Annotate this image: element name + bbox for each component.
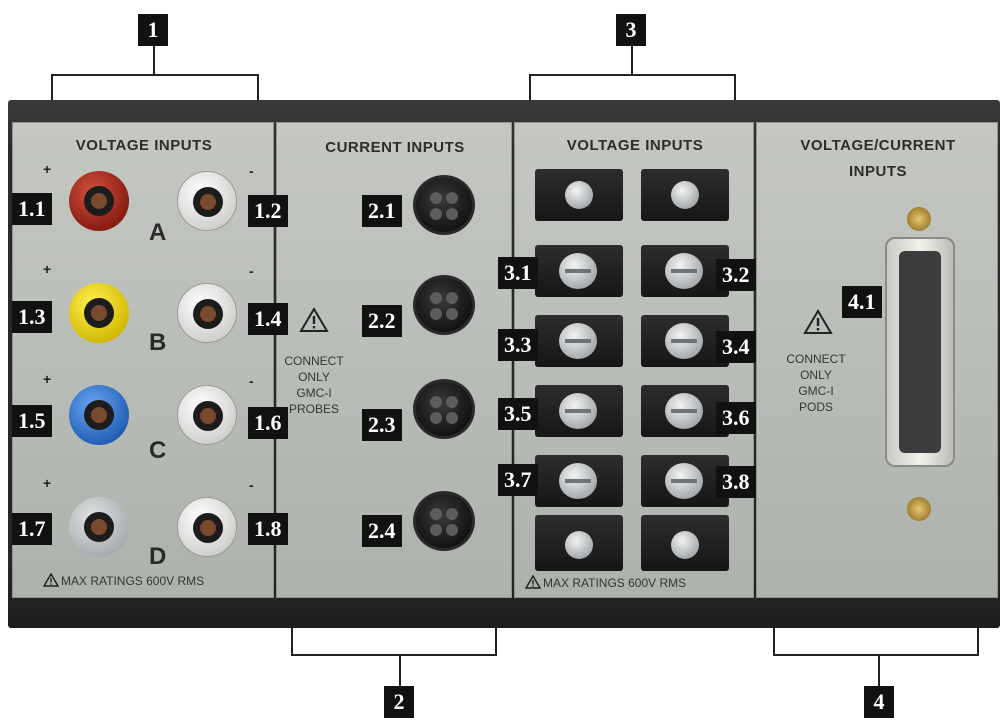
callout-2-1: 2.1 (362, 195, 402, 227)
callout-3-8: 3.8 (716, 466, 756, 498)
voltage-current-inputs-panel: VOLTAGE/CURRENT INPUTS CONNECT ONLY GMC-… (756, 122, 998, 598)
callout-3-2: 3.2 (716, 259, 756, 291)
bracket-3-stem (631, 46, 633, 76)
panel-4-title: VOLTAGE/CURRENT (800, 137, 956, 154)
channel-c-label: C (149, 437, 167, 464)
terminal-cap (641, 515, 729, 571)
panel-2-title: CURRENT INPUTS (325, 139, 465, 156)
rating-text-1: MAX RATINGS 600V RMS (61, 574, 205, 588)
probes-note: CONNECT ONLY GMC-I PROBES (279, 353, 349, 417)
callout-1-8: 1.8 (248, 513, 288, 545)
callout-3-4: 3.4 (716, 331, 756, 363)
callout-3-7: 3.7 (498, 464, 538, 496)
jack-a-plus[interactable] (69, 171, 129, 231)
callout-1-7: 1.7 (12, 513, 52, 545)
minus-sign-a: - (249, 163, 254, 179)
panel-1-title: VOLTAGE INPUTS (75, 137, 213, 154)
bracket-1-stem (153, 46, 155, 76)
pods-note-line: GMC-I (798, 384, 834, 398)
terminal-screw-3-3[interactable] (535, 315, 623, 367)
minus-sign-d: - (249, 477, 254, 493)
callout-2-3: 2.3 (362, 409, 402, 441)
probes-note-line: CONNECT (284, 354, 344, 368)
pods-note-line: ONLY (800, 368, 832, 382)
callout-3-3: 3.3 (498, 329, 538, 361)
callout-3-5: 3.5 (498, 398, 538, 430)
pods-note-line: PODS (798, 400, 833, 414)
jack-b-plus[interactable] (69, 283, 129, 343)
jack-a-minus[interactable] (177, 171, 237, 231)
probes-note-line: PROBES (288, 402, 339, 416)
channel-d-label: D (149, 543, 167, 570)
callout-4-1: 4.1 (842, 286, 882, 318)
jack-d-minus[interactable] (177, 497, 237, 557)
callout-1-3: 1.3 (12, 301, 52, 333)
callout-2: 2 (384, 686, 414, 718)
warning-icon (803, 309, 833, 335)
callout-1-5: 1.5 (12, 405, 52, 437)
callout-2-2: 2.2 (362, 305, 402, 337)
callout-4: 4 (864, 686, 894, 718)
plus-sign-d: + (43, 475, 52, 491)
callout-1-4: 1.4 (248, 303, 288, 335)
terminal-cap (535, 169, 623, 221)
callout-2-4: 2.4 (362, 515, 402, 547)
mounting-nut-bottom (907, 497, 931, 521)
channel-a-label: A (149, 219, 167, 246)
panel-4-title-line2: INPUTS (848, 163, 907, 180)
plus-sign-c: + (43, 371, 52, 387)
jack-c-minus[interactable] (177, 385, 237, 445)
callout-1: 1 (138, 14, 168, 46)
callout-3-6: 3.6 (716, 402, 756, 434)
warning-icon (525, 575, 541, 589)
jack-d-plus[interactable] (69, 497, 129, 557)
probe-connector-1[interactable] (413, 175, 475, 235)
callout-1-1: 1.1 (12, 193, 52, 225)
minus-sign-c: - (249, 373, 254, 389)
probes-note-line: GMC-I (296, 386, 332, 400)
bracket-4-stem (878, 654, 880, 686)
jack-b-minus[interactable] (177, 283, 237, 343)
jack-c-plus[interactable] (69, 385, 129, 445)
warning-icon (43, 573, 59, 587)
minus-sign-b: - (249, 263, 254, 279)
callout-3-1: 3.1 (498, 257, 538, 289)
terminal-screw-3-5[interactable] (535, 385, 623, 437)
rating-text-2: MAX RATINGS 600V RMS (543, 576, 687, 590)
probe-connector-4[interactable] (413, 491, 475, 551)
terminal-cap (641, 169, 729, 221)
channel-b-label: B (149, 329, 167, 356)
warning-icon (299, 307, 329, 333)
pods-note: CONNECT ONLY GMC-I PODS (779, 351, 853, 415)
mounting-nut-top (907, 207, 931, 231)
terminal-screw-3-7[interactable] (535, 455, 623, 507)
callout-1-6: 1.6 (248, 407, 288, 439)
dsub-connector[interactable] (885, 237, 955, 467)
callout-1-2: 1.2 (248, 195, 288, 227)
probe-connector-2[interactable] (413, 275, 475, 335)
terminal-cap (535, 515, 623, 571)
terminal-screw-3-1[interactable] (535, 245, 623, 297)
bracket-2-stem (399, 654, 401, 686)
probe-connector-3[interactable] (413, 379, 475, 439)
pods-note-line: CONNECT (786, 352, 846, 366)
plus-sign-a: + (43, 161, 52, 177)
callout-3: 3 (616, 14, 646, 46)
plus-sign-b: + (43, 261, 52, 277)
panel-3-title: VOLTAGE INPUTS (566, 137, 704, 154)
probes-note-line: ONLY (298, 370, 330, 384)
